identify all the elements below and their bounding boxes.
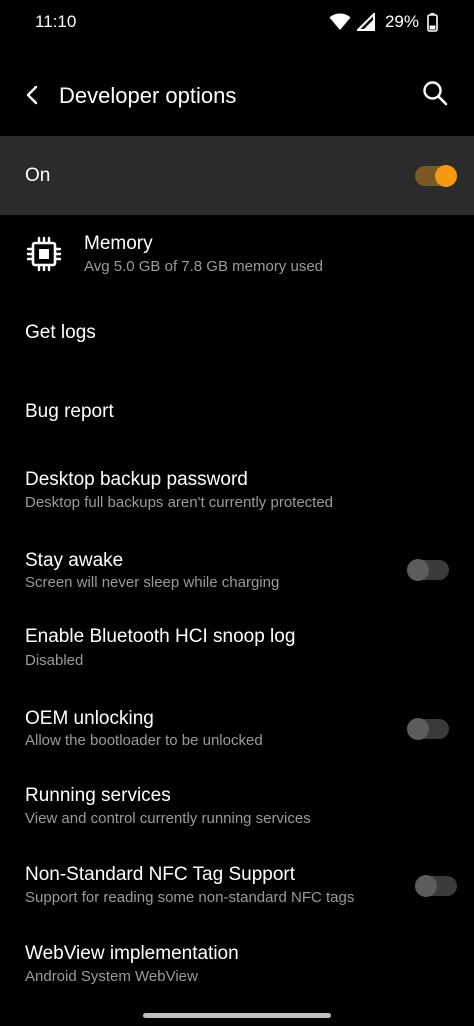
cellular-signal-icon: [356, 13, 375, 31]
list-item-memory[interactable]: Memory Avg 5.0 GB of 7.8 GB memory used: [0, 216, 474, 296]
toggle-knob: [407, 718, 429, 740]
developer-options-master-switch-row[interactable]: On: [0, 136, 474, 215]
item-title: Enable Bluetooth HCI snoop log: [25, 626, 296, 647]
item-title: OEM unlocking: [25, 708, 154, 729]
item-subtitle: Allow the bootloader to be unlocked: [25, 732, 263, 749]
list-item-nfc-tag-support[interactable]: Non-Standard NFC Tag Support Support for…: [0, 848, 474, 928]
item-title: Running services: [25, 785, 171, 806]
battery-percent: 29%: [384, 12, 419, 31]
app-bar: Developer options: [0, 56, 474, 136]
list-item-stay-awake[interactable]: Stay awake Screen will never sleep while…: [0, 534, 474, 612]
list-item-bluetooth-hci-snoop-log[interactable]: Enable Bluetooth HCI snoop log Disabled: [0, 612, 474, 690]
list-item-webview-implementation[interactable]: WebView implementation Android System We…: [0, 928, 474, 1006]
search-button[interactable]: [418, 78, 452, 112]
back-button[interactable]: [16, 80, 50, 114]
item-subtitle: Avg 5.0 GB of 7.8 GB memory used: [84, 258, 324, 275]
item-title: Memory: [84, 233, 153, 254]
item-title: WebView implementation: [25, 943, 239, 964]
item-subtitle: Android System WebView: [25, 968, 198, 985]
item-subtitle: View and control currently running servi…: [25, 810, 311, 827]
item-title: Bug report: [25, 401, 114, 422]
item-title: Desktop backup password: [25, 469, 248, 490]
memory-chip-icon: [26, 236, 62, 272]
gesture-nav-bar[interactable]: [143, 1013, 331, 1018]
status-icons: 29%: [329, 11, 438, 33]
stay-awake-toggle-switch[interactable]: [407, 559, 449, 581]
item-title: Stay awake: [25, 550, 124, 571]
nfc-tag-support-toggle-switch[interactable]: [415, 875, 457, 897]
item-subtitle: Screen will never sleep while charging: [25, 574, 280, 591]
status-time: 11:10: [35, 12, 77, 31]
item-title: Get logs: [25, 322, 96, 343]
list-item-desktop-backup-password[interactable]: Desktop backup password Desktop full bac…: [0, 454, 474, 532]
item-title: Non-Standard NFC Tag Support: [25, 864, 296, 885]
back-arrow-icon: [25, 85, 41, 110]
list-item-oem-unlocking[interactable]: OEM unlocking Allow the bootloader to be…: [0, 692, 474, 770]
page-title: Developer options: [59, 83, 237, 108]
toggle-knob: [407, 559, 429, 581]
battery-icon: [427, 12, 438, 32]
master-toggle-switch[interactable]: [415, 165, 457, 187]
status-bar: 11:10 29%: [0, 0, 474, 46]
list-item-bug-report[interactable]: Bug report: [0, 374, 474, 452]
search-icon: [422, 80, 448, 111]
oem-unlocking-toggle-switch[interactable]: [407, 718, 449, 740]
item-subtitle: Desktop full backups aren't currently pr…: [25, 494, 334, 511]
item-subtitle: Support for reading some non-standard NF…: [25, 889, 355, 906]
toggle-knob: [435, 165, 457, 187]
list-item-get-logs[interactable]: Get logs: [0, 296, 474, 372]
wifi-icon: [329, 13, 351, 31]
list-item-running-services[interactable]: Running services View and control curren…: [0, 770, 474, 848]
item-subtitle: Disabled: [25, 652, 84, 669]
master-switch-label: On: [25, 165, 51, 186]
toggle-knob: [415, 875, 437, 897]
